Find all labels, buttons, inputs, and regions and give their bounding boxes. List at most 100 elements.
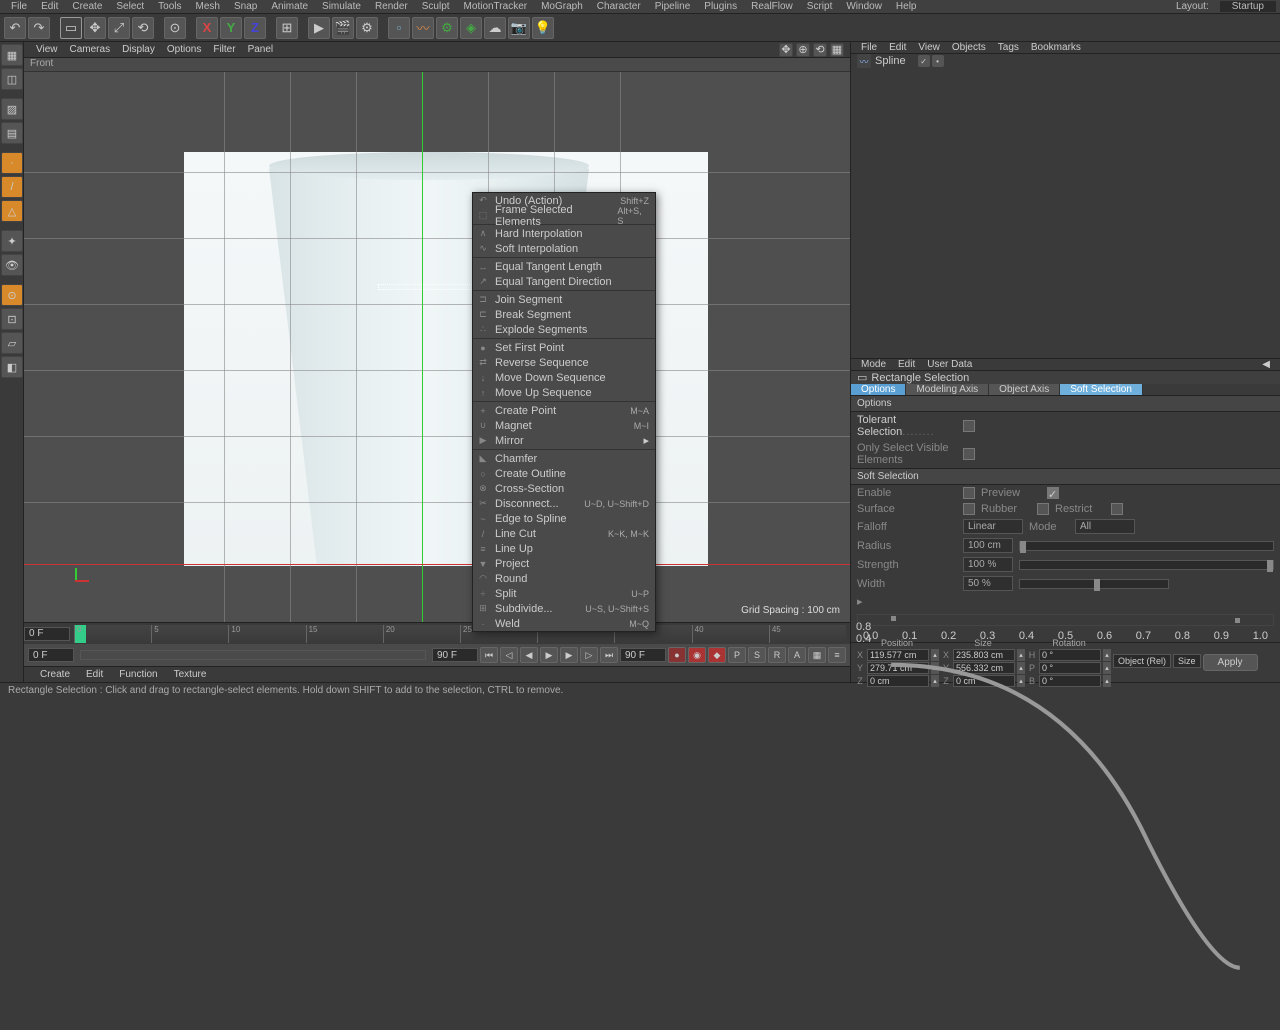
menu-simulate[interactable]: Simulate xyxy=(315,1,368,12)
key-scale-button[interactable]: S xyxy=(748,647,766,663)
ctx-project[interactable]: ▼Project xyxy=(473,556,655,571)
y-axis-lock[interactable]: Y xyxy=(220,17,242,39)
camera-button[interactable]: 📷 xyxy=(508,17,530,39)
mat-texture[interactable]: Texture xyxy=(166,669,215,680)
ctx-chamfer[interactable]: ◣Chamfer xyxy=(473,451,655,466)
menu-select[interactable]: Select xyxy=(109,1,151,12)
ctx-cross-section[interactable]: ⊗Cross-Section xyxy=(473,481,655,496)
visible-checkbox[interactable] xyxy=(963,448,975,460)
ctx-line-cut[interactable]: /Line CutK~K, M~K xyxy=(473,526,655,541)
om-view[interactable]: View xyxy=(912,42,946,53)
menu-realflow[interactable]: RealFlow xyxy=(744,1,800,12)
edges-mode-button[interactable]: / xyxy=(1,176,23,198)
ctx-split[interactable]: ÷SplitU~P xyxy=(473,586,655,601)
axis-mode-button[interactable]: ✦ xyxy=(1,230,23,252)
scale-button[interactable]: ⤢ xyxy=(108,17,130,39)
ctx-round[interactable]: ◠Round xyxy=(473,571,655,586)
menu-mesh[interactable]: Mesh xyxy=(189,1,227,12)
ctx-create-outline[interactable]: ○Create Outline xyxy=(473,466,655,481)
ctx-move-down-sequence[interactable]: ↓Move Down Sequence xyxy=(473,370,655,385)
width-field[interactable] xyxy=(963,576,1013,591)
ctx-break-segment[interactable]: ⊏Break Segment xyxy=(473,307,655,322)
menu-plugins[interactable]: Plugins xyxy=(697,1,744,12)
z-axis-lock[interactable]: Z xyxy=(244,17,266,39)
prev-key-button[interactable]: ◁ xyxy=(500,647,518,663)
strength-field[interactable] xyxy=(963,557,1013,572)
live-select-button[interactable]: ▭ xyxy=(60,17,82,39)
am-userdata[interactable]: User Data xyxy=(921,359,978,370)
vp-menu-view[interactable]: View xyxy=(30,44,64,55)
render-badge[interactable]: • xyxy=(932,55,944,67)
cube-primitive-button[interactable]: ▫ xyxy=(388,17,410,39)
vp-menu-panel[interactable]: Panel xyxy=(242,44,280,55)
ctx-magnet[interactable]: ∪MagnetM~I xyxy=(473,418,655,433)
redo-button[interactable]: ↷ xyxy=(28,17,50,39)
autokey-button[interactable]: ◉ xyxy=(688,647,706,663)
ctx-hard-interpolation[interactable]: ∧Hard Interpolation xyxy=(473,226,655,241)
menu-help[interactable]: Help xyxy=(889,1,924,12)
tolerant-checkbox[interactable] xyxy=(963,420,975,432)
key-pos-button[interactable]: P xyxy=(728,647,746,663)
restrict-checkbox[interactable] xyxy=(1111,503,1123,515)
om-bookmarks[interactable]: Bookmarks xyxy=(1025,42,1087,53)
move-button[interactable]: ✥ xyxy=(84,17,106,39)
tab-soft-selection[interactable]: Soft Selection xyxy=(1060,384,1143,395)
am-edit[interactable]: Edit xyxy=(892,359,921,370)
ctx-equal-tangent-length[interactable]: ↔Equal Tangent Length xyxy=(473,259,655,274)
strength-slider[interactable] xyxy=(1019,560,1274,570)
ctx-mirror[interactable]: ▶Mirror▸ xyxy=(473,433,655,448)
vp-menu-filter[interactable]: Filter xyxy=(207,44,241,55)
ctx-subdivide-[interactable]: ⊞Subdivide...U~S, U~Shift+S xyxy=(473,601,655,616)
polygons-mode-button[interactable]: △ xyxy=(1,200,23,222)
mat-create[interactable]: Create xyxy=(32,669,78,680)
vp-rotate-icon[interactable]: ⟲ xyxy=(813,43,827,57)
menu-file[interactable]: File xyxy=(4,1,34,12)
menu-snap[interactable]: Snap xyxy=(227,1,264,12)
enable-checkbox[interactable] xyxy=(963,487,975,499)
am-nav-icon[interactable]: ◀ xyxy=(1256,359,1276,370)
ctx-equal-tangent-direction[interactable]: ↗Equal Tangent Direction xyxy=(473,274,655,289)
frame-start[interactable]: 0 F xyxy=(24,627,70,641)
ctx-create-point[interactable]: +Create PointM~A xyxy=(473,403,655,418)
vp-menu-cameras[interactable]: Cameras xyxy=(64,44,117,55)
menu-edit[interactable]: Edit xyxy=(34,1,65,12)
radius-field[interactable] xyxy=(963,538,1013,553)
undo-button[interactable]: ↶ xyxy=(4,17,26,39)
range-end-b[interactable]: 90 F xyxy=(620,648,666,662)
render-settings-button[interactable]: ⚙ xyxy=(356,17,378,39)
mat-function[interactable]: Function xyxy=(111,669,165,680)
snap-enable-button[interactable]: ⊙ xyxy=(1,284,23,306)
om-edit[interactable]: Edit xyxy=(883,42,912,53)
menu-animate[interactable]: Animate xyxy=(264,1,315,12)
menu-character[interactable]: Character xyxy=(590,1,648,12)
viewport-solo-button[interactable]: 👁 xyxy=(1,254,23,276)
generator-button[interactable]: ⚙ xyxy=(436,17,458,39)
last-tool-button[interactable]: ⊙ xyxy=(164,17,186,39)
goto-end-button[interactable]: ⏭ xyxy=(600,647,618,663)
vp-toggle-icon[interactable]: ▦ xyxy=(830,43,844,57)
key-rot-button[interactable]: R xyxy=(768,647,786,663)
radius-slider[interactable] xyxy=(1019,541,1274,551)
points-mode-button[interactable]: · xyxy=(1,152,23,174)
spline-primitive-button[interactable]: 〰 xyxy=(412,17,434,39)
om-objects[interactable]: Objects xyxy=(946,42,992,53)
ctx-soft-interpolation[interactable]: ∿Soft Interpolation xyxy=(473,241,655,256)
vp-menu-display[interactable]: Display xyxy=(116,44,161,55)
surface-checkbox[interactable] xyxy=(963,503,975,515)
next-frame-button[interactable]: ▶ xyxy=(560,647,578,663)
range-slider[interactable] xyxy=(80,650,426,660)
mode-dropdown[interactable] xyxy=(1075,519,1135,534)
menu-mograph[interactable]: MoGraph xyxy=(534,1,590,12)
visibility-badge[interactable]: ✓ xyxy=(918,55,930,67)
menu-motiontracker[interactable]: MotionTracker xyxy=(457,1,535,12)
mat-edit[interactable]: Edit xyxy=(78,669,111,680)
workplane-button[interactable]: ▱ xyxy=(1,332,23,354)
record-button[interactable]: ● xyxy=(668,647,686,663)
ctx-join-segment[interactable]: ⊐Join Segment xyxy=(473,292,655,307)
x-axis-lock[interactable]: X xyxy=(196,17,218,39)
object-manager-empty[interactable] xyxy=(851,68,1280,358)
light-button[interactable]: 💡 xyxy=(532,17,554,39)
menu-pipeline[interactable]: Pipeline xyxy=(648,1,698,12)
falloff-dropdown[interactable] xyxy=(963,519,1023,534)
om-tags[interactable]: Tags xyxy=(992,42,1025,53)
